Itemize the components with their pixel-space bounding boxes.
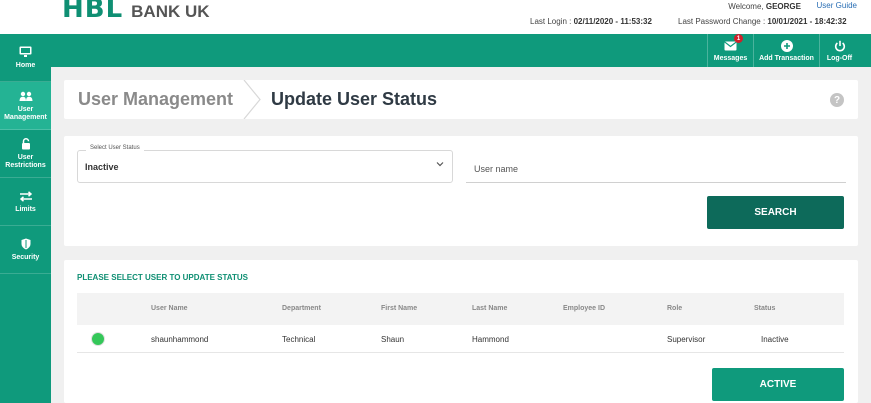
page-header-card: User Management Update User Status ?: [64, 80, 858, 119]
envelope-icon: [724, 41, 737, 51]
results-heading: PLEASE SELECT USER TO UPDATE STATUS: [77, 273, 248, 282]
user-guide-link[interactable]: User Guide: [817, 1, 857, 10]
last-login-label: Last Login :: [530, 17, 572, 26]
breadcrumb-separator-icon: [243, 80, 261, 119]
column-header: Status: [754, 305, 776, 312]
cell-department: Technical: [282, 335, 316, 344]
shield-icon: [21, 238, 30, 250]
bank-logo[interactable]: HBL BANK UK: [62, 0, 210, 24]
results-card: PLEASE SELECT USER TO UPDATE STATUS User…: [64, 260, 858, 403]
column-header: Employee ID: [563, 305, 606, 312]
sidebar-item-label: Security: [11, 254, 40, 261]
cell-last-name: Hammond: [472, 335, 509, 344]
sidebar-nav: Home User Management User Restrictions L…: [0, 34, 51, 403]
logo-bank-uk: BANK UK: [131, 2, 210, 21]
last-login-info: Last Login : 02/11/2020 - 11:53:32: [530, 17, 652, 26]
logoff-label: Log-Off: [826, 55, 853, 62]
messages-count-badge: 1: [734, 34, 743, 43]
top-action-bar: 1 Messages Add Transaction Log-Off: [0, 34, 871, 67]
sidebar-item-label: Home: [15, 62, 36, 69]
messages-button[interactable]: 1 Messages: [707, 34, 753, 67]
user-status-legend: Select User Status: [86, 145, 144, 151]
breadcrumb-user-management[interactable]: User Management: [78, 89, 233, 110]
cell-status: Inactive: [761, 335, 789, 344]
sidebar-item-limits[interactable]: Limits: [0, 178, 51, 226]
column-header: Role: [667, 305, 683, 312]
column-header: User Name: [151, 305, 188, 312]
page-title: Update User Status: [271, 89, 438, 109]
table-row[interactable]: shaunhammond Technical Shaun Hammond Sup…: [77, 325, 844, 353]
last-login-value: 02/11/2020 - 11:53:32: [573, 17, 652, 26]
sidebar-item-label: User Management: [4, 106, 47, 121]
users-icon: [19, 91, 32, 101]
search-card: Select User Status Inactive User name SE…: [64, 136, 858, 246]
active-button[interactable]: ACTIVE: [712, 368, 844, 401]
welcome-text: Welcome, GEORGE: [728, 2, 801, 11]
username-input[interactable]: User name: [466, 150, 846, 183]
last-password-change-info: Last Password Change : 10/01/2021 - 18:4…: [678, 17, 847, 26]
logo-hbl: HBL: [62, 0, 124, 24]
help-icon[interactable]: ?: [830, 93, 844, 107]
sidebar-item-security[interactable]: Security: [0, 226, 51, 274]
plus-circle-icon: [780, 40, 793, 52]
table-header: User Name Department First Name Last Nam…: [77, 293, 844, 325]
username-placeholder: User name: [474, 164, 519, 174]
cell-role: Supervisor: [667, 335, 706, 344]
sidebar-item-user-restrictions[interactable]: User Restrictions: [0, 130, 51, 178]
welcome-prefix: Welcome,: [728, 2, 764, 11]
add-transaction-label: Add Transaction: [759, 55, 814, 62]
cell-first-name: Shaun: [381, 335, 405, 344]
user-status-value: Inactive: [85, 162, 119, 172]
sidebar-item-home[interactable]: Home: [0, 34, 51, 82]
user-status-select[interactable]: Select User Status Inactive: [77, 145, 453, 183]
cell-username: shaunhammond: [151, 335, 209, 344]
welcome-user-name: GEORGE: [765, 2, 801, 11]
column-header: First Name: [381, 305, 418, 312]
chevron-down-icon: [436, 162, 444, 167]
search-button[interactable]: SEARCH: [707, 196, 844, 229]
messages-label: Messages: [713, 55, 748, 62]
column-header: Last Name: [472, 305, 508, 312]
monitor-icon: [19, 46, 32, 57]
add-transaction-button[interactable]: Add Transaction: [753, 34, 819, 67]
lock-icon: [21, 138, 30, 150]
sidebar-item-user-management[interactable]: User Management: [0, 82, 51, 130]
logoff-button[interactable]: Log-Off: [819, 34, 859, 67]
transfer-icon: [19, 190, 32, 202]
sidebar-item-label: User Restrictions: [5, 154, 46, 169]
column-header: Department: [282, 305, 321, 312]
row-select-radio[interactable]: [91, 332, 105, 346]
pwd-change-value: 10/01/2021 - 18:42:32: [767, 17, 847, 26]
app-header: HBL BANK UK Welcome, GEORGE User Guide L…: [0, 0, 871, 34]
sidebar-item-label: Limits: [15, 206, 36, 213]
pwd-change-label: Last Password Change :: [678, 17, 766, 26]
power-icon: [834, 40, 845, 52]
